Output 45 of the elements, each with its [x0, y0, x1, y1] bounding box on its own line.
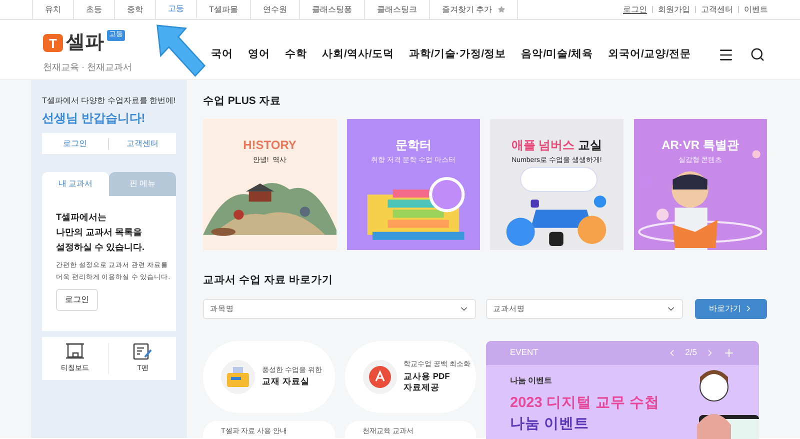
- pointer-arrow: [156, 24, 206, 78]
- menu-link[interactable]: 수학: [285, 46, 307, 62]
- event-headline: 2023 디지털 교무 수첩: [510, 394, 660, 412]
- sidebar-intro: T셀파에서 다양한 수업자료를 한번에!: [42, 95, 176, 107]
- sidebar-link[interactable]: 고객센터: [108, 138, 176, 150]
- go-button[interactable]: 바로가기: [695, 298, 767, 318]
- event-label: EVENT: [510, 346, 538, 359]
- menu-link[interactable]: 국어: [211, 46, 233, 62]
- login-button[interactable]: 로그인: [56, 289, 98, 311]
- star-icon: [498, 6, 506, 13]
- menu-icon[interactable]: [718, 46, 734, 62]
- menu-link[interactable]: 사회/역사/도덕: [322, 46, 394, 62]
- board-icon: [65, 342, 86, 361]
- sidebar-link[interactable]: 로그인: [42, 138, 108, 150]
- menu-link[interactable]: 음악/미술/체육: [521, 46, 594, 62]
- menu-link[interactable]: 과학/기술·가정/정보: [408, 46, 506, 62]
- event-headline: 나눔 이벤트: [510, 415, 590, 434]
- plus-icon[interactable]: [723, 346, 735, 358]
- header-link[interactable]: 고객센터: [701, 4, 733, 16]
- panel-title: T셀파에서는 나만의 교과서 목록을 설정하실 수 있습니다.: [56, 211, 146, 254]
- header-link[interactable]: 회원가입: [658, 4, 690, 16]
- quick-link-title: 교사용 PDF 자료제공: [404, 370, 451, 393]
- page-counter: 2/5: [685, 346, 697, 359]
- greeting: 선생님 반갑습니다!: [42, 110, 146, 127]
- header-link[interactable]: 로그인: [623, 4, 647, 16]
- menu-link[interactable]: 영어: [248, 46, 270, 62]
- card-title: H!STORY: [243, 136, 296, 154]
- logo-subtitle: 천재교육 · 천재교과서: [43, 60, 133, 74]
- chevron-right-icon: [744, 304, 753, 313]
- menu-link[interactable]: 외국어/교양/전문: [608, 46, 691, 62]
- pdf-icon: [368, 366, 390, 388]
- search-icon[interactable]: [750, 47, 765, 62]
- sidebar-tab[interactable]: 내 교과서: [42, 172, 109, 196]
- folder-icon: [227, 366, 249, 386]
- logo-text: 셀파: [66, 31, 104, 55]
- event-caption: 나눔 이벤트: [510, 374, 554, 386]
- logo-mark: T: [43, 34, 63, 52]
- card-title: AR·VR 특별관: [662, 136, 739, 154]
- card-title: 애플 넘버스 교실: [511, 136, 602, 154]
- header-link[interactable]: 이벤트: [744, 4, 768, 16]
- card-title: 문학터: [395, 136, 432, 154]
- section-title: 수업 PLUS 자료: [203, 94, 282, 109]
- quick-link-title: 교재 자료실: [262, 376, 310, 388]
- note-pen-icon: [132, 342, 153, 361]
- section-title: 교과서 수업 자료 바로가기: [203, 272, 334, 288]
